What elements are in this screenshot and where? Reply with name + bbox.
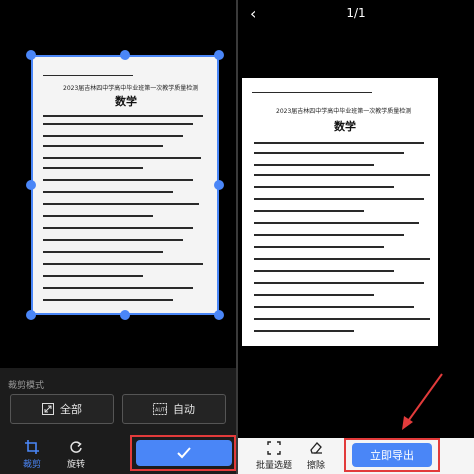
expand-icon: [42, 403, 54, 415]
doc-text-line: [254, 142, 424, 144]
auto-icon: AUTO: [153, 403, 167, 415]
cropped-document[interactable]: 2023届吉林四中学高中毕业班第一次教学质量检测 数学: [31, 55, 219, 315]
doc-text-line: [43, 287, 193, 289]
highlight-box-export: [344, 438, 440, 472]
svg-text:AUTO: AUTO: [155, 408, 167, 414]
crop-mode-label: 裁剪模式: [8, 381, 45, 391]
doc-text-line: [43, 135, 183, 137]
rotate-icon: [70, 441, 82, 453]
highlight-box-confirm: [130, 435, 236, 471]
crop-panel: 2023届吉林四中学高中毕业班第一次教学质量检测 数学 裁剪模式 全部 AUTO…: [0, 0, 236, 474]
doc-text-line: [254, 152, 404, 154]
doc-text-line: [254, 186, 394, 188]
crop-handle-top[interactable]: [120, 50, 130, 60]
doc-text-line: [43, 123, 193, 125]
rotate-tool-label: 旋转: [66, 460, 85, 470]
mode-all-button[interactable]: 全部: [10, 394, 114, 424]
eraser-label: 擦除: [306, 461, 325, 471]
mode-all-label: 全部: [60, 403, 82, 416]
eraser-icon: [310, 442, 322, 454]
doc-text-line: [43, 191, 173, 193]
batch-select-label: 批量选题: [255, 461, 292, 471]
doc-text-line: [254, 234, 404, 236]
batch-select-button[interactable]: 批量选题: [254, 441, 294, 471]
doc-text-line: [252, 92, 372, 93]
preview-heading: 2023届吉林四中学高中毕业班第一次教学质量检测: [276, 108, 412, 115]
doc-text-line: [254, 174, 430, 176]
batch-select-icon: [267, 441, 281, 455]
doc-text-line: [254, 330, 354, 332]
doc-header-line: [43, 75, 133, 76]
eraser-button[interactable]: 擦除: [296, 441, 336, 471]
doc-text-line: [43, 299, 173, 301]
doc-text-line: [254, 318, 430, 320]
doc-text-line: [43, 145, 163, 147]
crop-tool-button[interactable]: 裁剪: [12, 440, 52, 470]
doc-text-line: [254, 282, 424, 284]
top-bar: ‹ 1/1: [238, 0, 474, 28]
doc-text-line: [43, 251, 163, 253]
doc-text-line: [254, 164, 374, 166]
doc-text-line: [254, 294, 374, 296]
doc-text-line: [254, 306, 414, 308]
doc-text-line: [43, 227, 193, 229]
page-counter: 1/1: [346, 6, 366, 20]
crop-handle-bottom-right[interactable]: [214, 310, 224, 320]
doc-text-line: [254, 198, 424, 200]
doc-text-line: [254, 210, 364, 212]
doc-text-line: [43, 157, 201, 159]
rotate-tool-button[interactable]: 旋转: [56, 440, 96, 470]
crop-icon: [25, 440, 39, 454]
mode-auto-label: 自动: [173, 403, 195, 416]
doc-text-line: [254, 246, 384, 248]
doc-text-line: [43, 263, 203, 265]
doc-title: 数学: [115, 95, 137, 108]
crop-handle-bottom[interactable]: [120, 310, 130, 320]
doc-text-line: [43, 203, 199, 205]
doc-text-line: [254, 222, 419, 224]
doc-text-line: [43, 179, 193, 181]
doc-text-line: [254, 270, 394, 272]
pointer-arrow-icon: [402, 373, 443, 430]
doc-text-line: [43, 275, 143, 277]
crop-handle-left[interactable]: [26, 180, 36, 190]
doc-text-line: [43, 239, 183, 241]
crop-handle-right[interactable]: [214, 180, 224, 190]
document-preview[interactable]: 2023届吉林四中学高中毕业班第一次教学质量检测 数学: [242, 78, 438, 346]
doc-text-line: [43, 167, 143, 169]
crop-handle-top-left[interactable]: [26, 50, 36, 60]
crop-handle-top-right[interactable]: [214, 50, 224, 60]
preview-title: 数学: [334, 120, 356, 133]
mode-auto-button[interactable]: AUTO 自动: [122, 394, 226, 424]
crop-handle-bottom-left[interactable]: [26, 310, 36, 320]
doc-text-line: [254, 258, 430, 260]
crop-tool-label: 裁剪: [22, 460, 41, 470]
doc-text-line: [43, 115, 203, 117]
doc-heading: 2023届吉林四中学高中毕业班第一次教学质量检测: [63, 85, 199, 92]
doc-text-line: [43, 215, 153, 217]
